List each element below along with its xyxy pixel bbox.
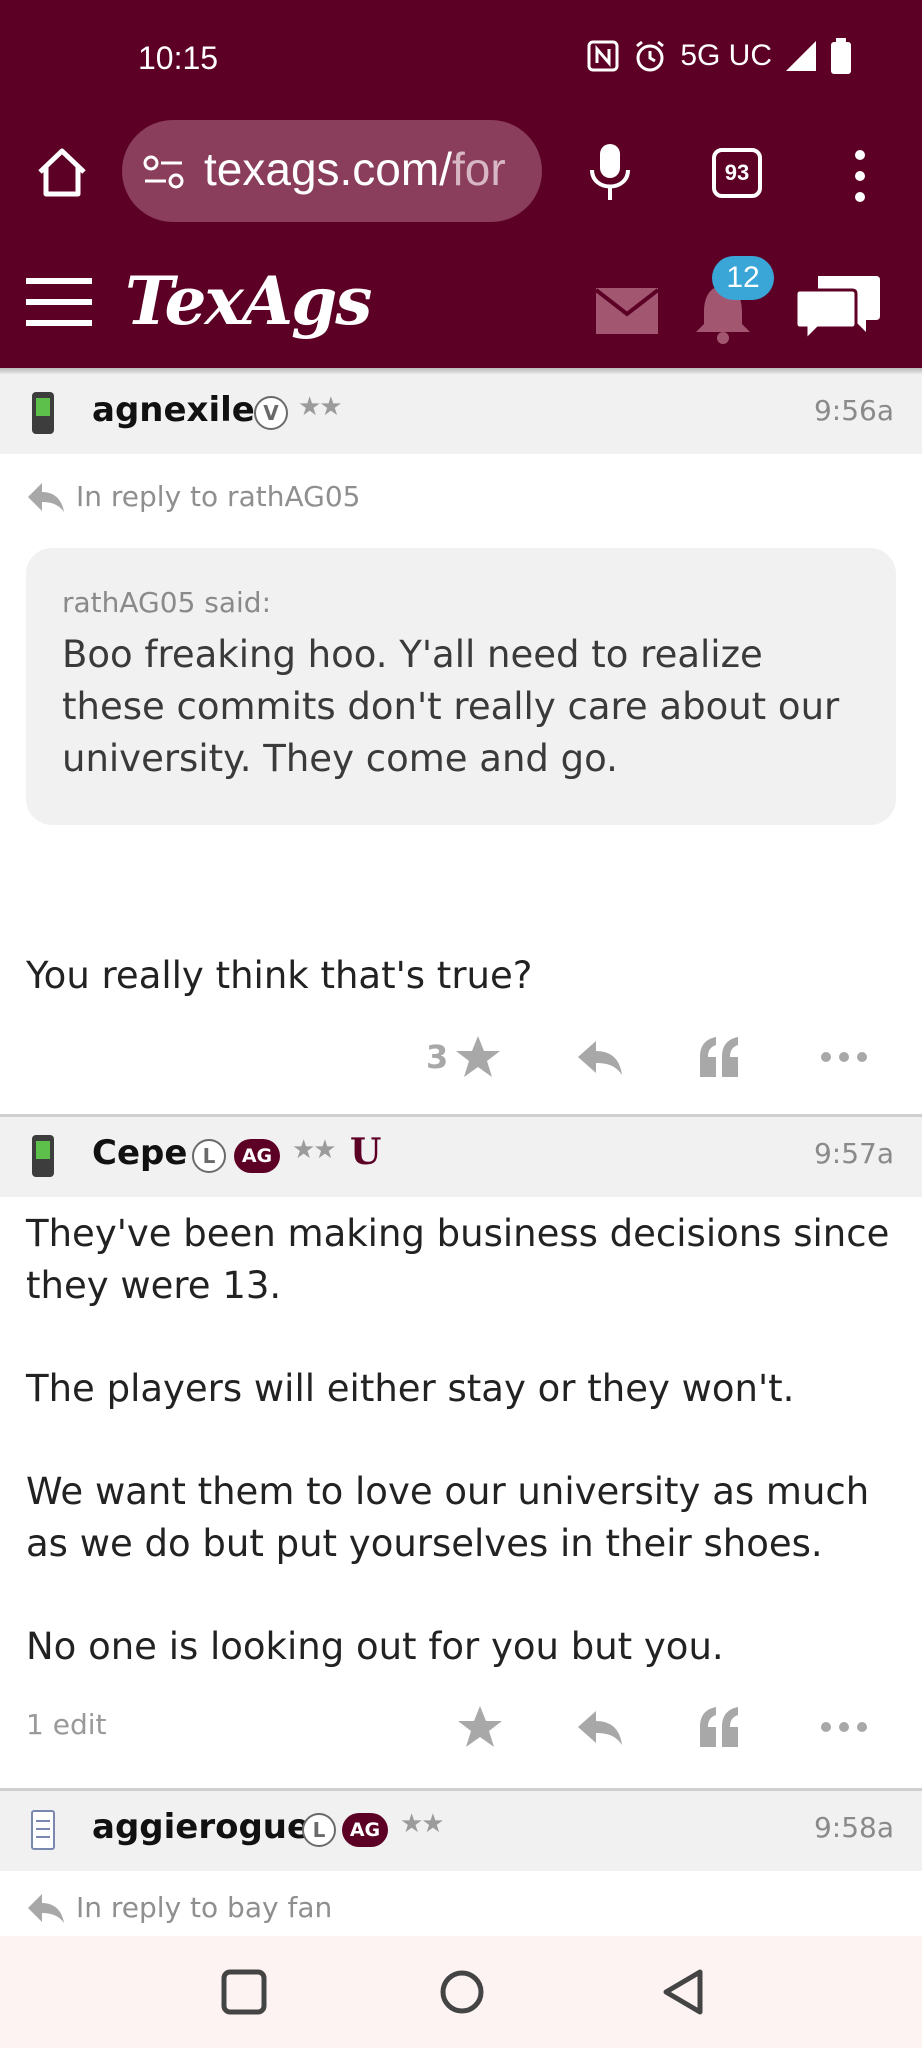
back-icon[interactable]	[660, 1968, 708, 2016]
quote-icon	[700, 1037, 738, 1077]
home-icon[interactable]	[34, 144, 90, 200]
post-time: 9:57a	[813, 1137, 894, 1170]
more-options-button[interactable]	[820, 1692, 868, 1762]
site-settings-icon[interactable]	[142, 152, 186, 192]
home-circle-icon[interactable]	[438, 1968, 486, 2016]
reply-to-text: In reply to bay fan	[76, 1891, 333, 1924]
quote-icon	[700, 1707, 738, 1747]
microphone-icon[interactable]	[588, 142, 632, 202]
post-paragraph: We want them to love our university as m…	[26, 1470, 870, 1565]
rank-stars: ★★	[292, 1135, 337, 1165]
more-horiz-icon	[821, 1052, 867, 1062]
reply-to-link[interactable]: In reply to bay fan	[26, 1891, 332, 1924]
post-username[interactable]: aggierogue	[92, 1807, 310, 1847]
post-header: agnexile V ★★ 9:56a	[0, 374, 922, 454]
ag-badge: AG	[342, 1813, 388, 1847]
reply-button[interactable]	[576, 1692, 624, 1762]
rank-stars: ★★	[400, 1809, 445, 1839]
reply-to-link[interactable]: In reply to rathAG05	[26, 480, 360, 513]
more-horiz-icon	[821, 1722, 867, 1732]
network-type: 5G UC	[680, 39, 772, 72]
more-vert-icon[interactable]	[848, 148, 872, 204]
system-nav-bar	[0, 1936, 922, 2048]
signal-icon	[786, 41, 816, 71]
post-body: You really think that's true?	[26, 950, 896, 1002]
url-path: for	[452, 143, 506, 195]
edit-note[interactable]: 1 edit	[26, 1708, 106, 1741]
post-paragraph: No one is looking out for you but you.	[26, 1625, 724, 1668]
mail-icon[interactable]	[596, 288, 658, 334]
site-logo[interactable]: TexAgs	[125, 262, 372, 340]
top-chrome: 10:15 5G UC texags.com/for 93 TexAgs 12	[0, 0, 922, 368]
ag-badge: AG	[234, 1139, 280, 1173]
status-time: 10:15	[138, 40, 219, 76]
address-bar[interactable]: texags.com/for	[122, 120, 542, 222]
status-bar: 10:15 5G UC	[0, 0, 922, 120]
post-header: Cepe L AG ★★ U 9:57a	[0, 1117, 922, 1197]
battery-icon	[831, 38, 851, 74]
quote-text: Boo freaking hoo. Y'all need to realize …	[62, 633, 840, 780]
tabs-button[interactable]: 93	[712, 148, 762, 198]
url-text[interactable]: texags.com/for	[204, 142, 506, 196]
l-badge: L	[302, 1813, 336, 1847]
reply-icon	[578, 1041, 622, 1075]
url-host: texags.com/	[204, 143, 452, 195]
quote-author: rathAG05 said:	[62, 586, 272, 619]
reply-icon	[578, 1711, 622, 1745]
more-options-button[interactable]	[820, 1022, 868, 1092]
mobile-device-icon	[32, 1135, 54, 1177]
menu-icon[interactable]	[26, 276, 92, 328]
post-time: 9:58a	[813, 1811, 894, 1844]
quoted-post: rathAG05 said: Boo freaking hoo. Y'all n…	[26, 548, 896, 825]
desktop-notepad-icon	[31, 1810, 55, 1850]
mobile-device-icon	[32, 392, 54, 434]
post-header: aggierogue L AG ★★ 9:58a	[0, 1791, 922, 1871]
like-button[interactable]: 3	[426, 1022, 502, 1092]
l-badge: L	[192, 1139, 226, 1173]
post-paragraph: You really think that's true?	[26, 954, 533, 997]
quote-button[interactable]	[696, 1692, 744, 1762]
chat-icon[interactable]	[796, 272, 882, 344]
verified-badge: V	[254, 396, 288, 430]
like-count: 3	[426, 1038, 449, 1076]
reply-arrow-icon	[28, 1893, 64, 1923]
like-button[interactable]	[456, 1692, 504, 1762]
browser-toolbar: texags.com/for 93	[0, 120, 922, 226]
texas-tech-badge: U	[350, 1131, 382, 1173]
status-icons: 5G UC	[586, 38, 852, 74]
reply-button[interactable]	[576, 1022, 624, 1092]
star-icon	[456, 1036, 501, 1077]
post-actions: 3	[0, 1022, 922, 1092]
rank-stars: ★★	[298, 392, 343, 422]
post-time: 9:56a	[813, 394, 894, 427]
notification-badge[interactable]: 12	[712, 256, 774, 300]
reply-arrow-icon	[28, 482, 64, 512]
post-username[interactable]: Cepe	[92, 1133, 187, 1173]
post-username[interactable]: agnexile	[92, 390, 255, 430]
alarm-icon	[636, 40, 665, 72]
post-body: They've been making business decisions s…	[26, 1208, 896, 1673]
reply-to-text: In reply to rathAG05	[76, 480, 361, 513]
post-paragraph: The players will either stay or they won…	[26, 1367, 795, 1410]
star-icon	[458, 1706, 502, 1747]
post-actions: 1 edit	[0, 1692, 922, 1762]
recents-icon[interactable]	[220, 1968, 268, 2016]
nfc-icon	[587, 40, 619, 72]
site-header: TexAgs 12	[0, 240, 922, 368]
post-paragraph: They've been making business decisions s…	[26, 1212, 890, 1307]
quote-button[interactable]	[696, 1022, 744, 1092]
